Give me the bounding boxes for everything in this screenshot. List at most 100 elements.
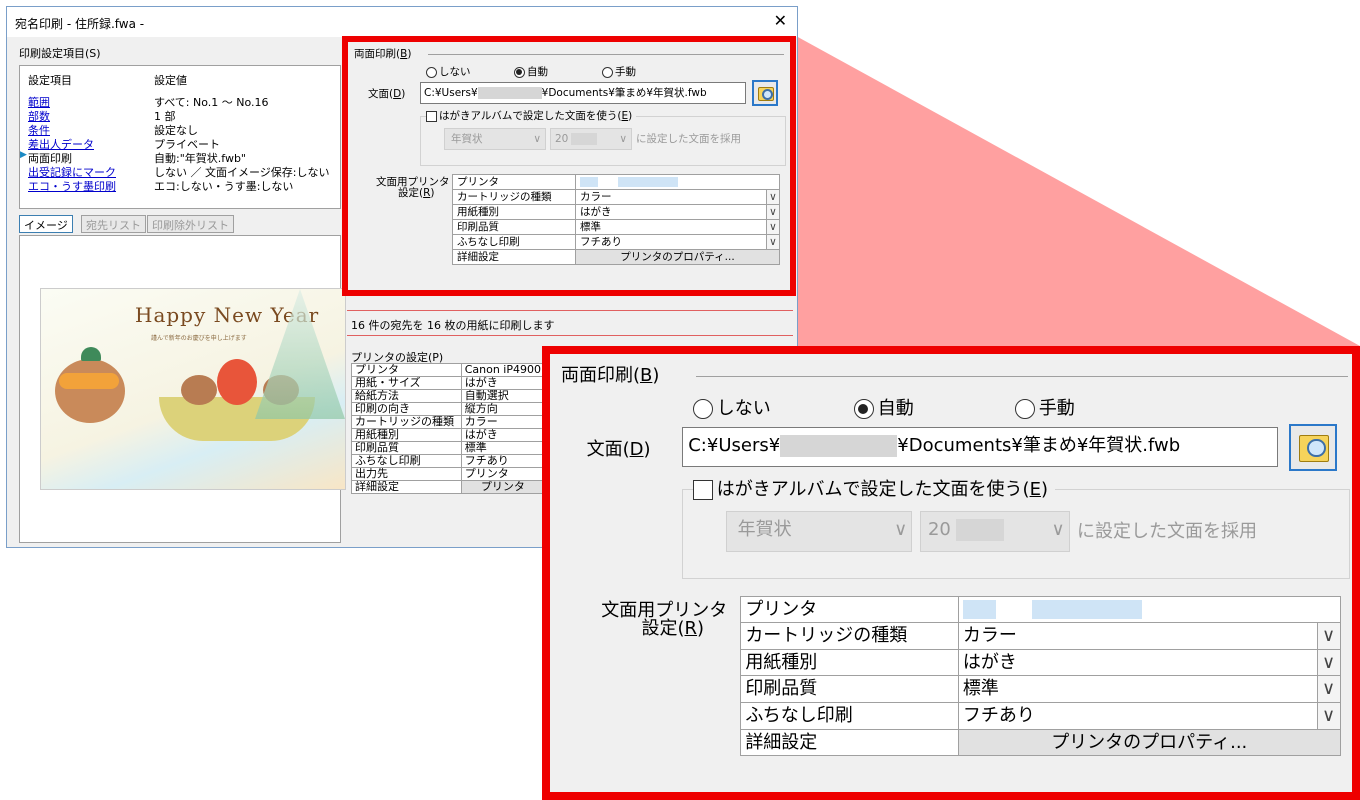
settings-row: 条件 設定なし [20,122,340,137]
design-printer-key: 詳細設定 [740,728,959,757]
duplex-option-2[interactable]: 手動 [602,64,636,79]
design-printer-value[interactable]: はがき ∨ [575,204,780,220]
printer-properties-button[interactable]: プリンタのプロパティ... [957,728,1341,757]
design-printer-value[interactable]: はがき ∨ [957,648,1341,677]
chevron-down-icon: ∨ [533,133,541,145]
title-bar: 宛名印刷 - 住所録.fwa - ✕ [7,7,797,37]
design-printer-key: 印刷品質 [452,219,576,235]
printer-settings-row: ふちなし印刷 フチあり [351,454,546,468]
chevron-down-icon[interactable]: ∨ [1316,650,1340,675]
printer-setting-value: プリンタ [460,467,546,481]
duplex-option-0[interactable]: しない [426,64,471,79]
settings-item-6[interactable]: エコ・うす墨印刷 [28,178,116,194]
duplex-divider [696,375,1348,377]
duplex-option-0[interactable]: しない [692,394,771,420]
duplex-divider [428,54,784,55]
card-subtext: 謹んで新年のお慶びを申し上げます [151,335,247,342]
printer-setting-key: カートリッジの種類 [351,415,462,429]
close-icon[interactable]: ✕ [774,11,787,30]
duplex-label: 両面印刷(B) [560,365,660,387]
browse-button[interactable] [1289,423,1337,472]
scarf-illustration [59,373,119,389]
use-album-checkbox[interactable]: はがきアルバムで設定した文面を使う(E) [692,474,1056,501]
current-arrow-icon: ▶ [20,150,27,160]
settings-value-6: エコ:しない・うす墨:しない [154,180,294,193]
design-label: 文面(D) [368,88,406,100]
browse-button[interactable] [752,80,778,106]
printer-setting-value: 自動選択 [460,389,546,403]
status-text: 16 件の宛先を 16 枚の用紙に印刷します [351,319,555,332]
chevron-down-icon: ∨ [619,133,627,145]
tab-image[interactable]: イメージ [19,215,73,233]
design-printer-row: 用紙種別 はがき ∨ [740,648,1341,677]
chevron-down-icon[interactable]: ∨ [1316,623,1340,649]
printer-properties-button[interactable]: プリンタのプロパティ... [575,249,780,265]
design-path-field[interactable]: C:¥Users¥ ¥Documents¥筆まめ¥年賀状.fwb [681,427,1279,468]
design-printer-value[interactable]: カラー ∨ [957,622,1341,650]
radio-icon[interactable] [1014,399,1035,420]
settings-row: エコ・うす墨印刷 エコ:しない・うす墨:しない [20,178,340,194]
settings-row: 範囲 すべて: No.1 〜 No.16 [20,94,340,109]
design-printer-key: プリンタ [452,174,576,190]
design-printer-row: 印刷品質 標準 ∨ [452,219,780,235]
radio-selected-dot [516,68,522,75]
chevron-down-icon[interactable]: ∨ [1316,676,1340,702]
checkbox-icon[interactable] [692,479,713,500]
hat-illustration [81,347,101,361]
blurred-year [571,133,598,145]
album-year-type-combo[interactable]: 年賀状 ∨ [444,128,546,150]
chevron-down-icon: ∨ [1051,519,1065,541]
printer-setting-value: 標準 [460,441,546,455]
chevron-down-icon[interactable]: ∨ [766,235,779,249]
album-suffix-label: に設定した文面を採用 [636,133,741,145]
radio-icon[interactable] [426,66,437,78]
design-printer-row: プリンタ [740,595,1341,624]
chevron-down-icon[interactable]: ∨ [766,220,779,234]
duplex-option-1[interactable]: 自動 [853,394,914,420]
chevron-down-icon: ∨ [894,519,908,541]
design-printer-row: 詳細設定 プリンタのプロパティ... [452,249,780,265]
design-printer-value[interactable]: 標準 ∨ [575,219,780,235]
duplex-option-1[interactable]: 自動 [514,64,548,79]
daruma-illustration [217,359,257,405]
window-title: 宛名印刷 - 住所録.fwa - [15,17,145,31]
design-printer-value[interactable]: カラー ∨ [575,189,780,205]
album-year-combo[interactable]: 20 ∨ [550,128,632,150]
design-printer-value[interactable]: フチあり ∨ [957,702,1341,730]
chevron-down-icon[interactable]: ∨ [1316,703,1340,729]
chevron-down-icon[interactable]: ∨ [766,190,779,204]
design-printer-grid: プリンタ カートリッジの種類 カラー ∨ 用紙種別 はがき ∨ 印刷品質 標準 ∨ ふちなし印刷 フチ… [452,174,780,265]
duplex-option-2[interactable]: 手動 [1014,394,1075,420]
design-printer-value [575,174,780,190]
printer-settings-row: 印刷品質 標準 [351,441,546,455]
tab-address-list[interactable]: 宛先リスト [81,215,146,233]
design-printer-value[interactable]: 標準 ∨ [957,675,1341,704]
printer-setting-value[interactable]: プリンタ [460,480,546,494]
design-printer-row: ふちなし印刷 フチあり ∨ [740,702,1341,730]
chevron-down-icon[interactable]: ∨ [766,205,779,219]
design-printer-row: 用紙種別 はがき ∨ [452,204,780,220]
printer-setting-value: フチあり [460,454,546,468]
image-preview: Happy New Year 謹んで新年のお慶びを申し上げます [19,235,346,543]
checkbox-icon[interactable] [426,110,437,122]
printer-settings-row: 用紙・サイズ はがき [351,376,546,390]
tab-exclude-list[interactable]: 印刷除外リスト [147,215,234,233]
duplex-panel-zoomed: 両面印刷(B) しない 自動 手動文面(D) C:¥Users¥ ¥Documents¥筆… [542,346,1360,800]
radio-icon[interactable] [602,66,613,78]
album-year-combo[interactable]: 20 ∨ [919,511,1070,552]
design-path-field[interactable]: C:¥Users¥ ¥Documents¥筆まめ¥年賀状.fwb [420,82,746,104]
printer-settings-row: 詳細設定 プリンタ [351,480,546,494]
radio-icon[interactable] [514,66,525,78]
design-label: 文面(D) [586,438,651,460]
settings-row: 出受記録にマーク しない ／ 文面イメージ保存:しない [20,164,340,179]
design-printer-value[interactable]: フチあり ∨ [575,234,780,250]
printer-setting-key: ふちなし印刷 [351,454,462,468]
col-header-value: 設定値 [154,74,187,87]
use-album-checkbox[interactable]: はがきアルバムで設定した文面を使う(E) [426,108,637,123]
album-year-type-combo[interactable]: 年賀状 ∨ [725,511,913,552]
album-suffix-label: に設定した文面を採用 [1077,520,1258,542]
radio-icon[interactable] [853,399,874,420]
radio-icon[interactable] [692,399,713,420]
design-printer-row: 印刷品質 標準 ∨ [740,675,1341,704]
design-printer-key: プリンタ [740,595,959,624]
